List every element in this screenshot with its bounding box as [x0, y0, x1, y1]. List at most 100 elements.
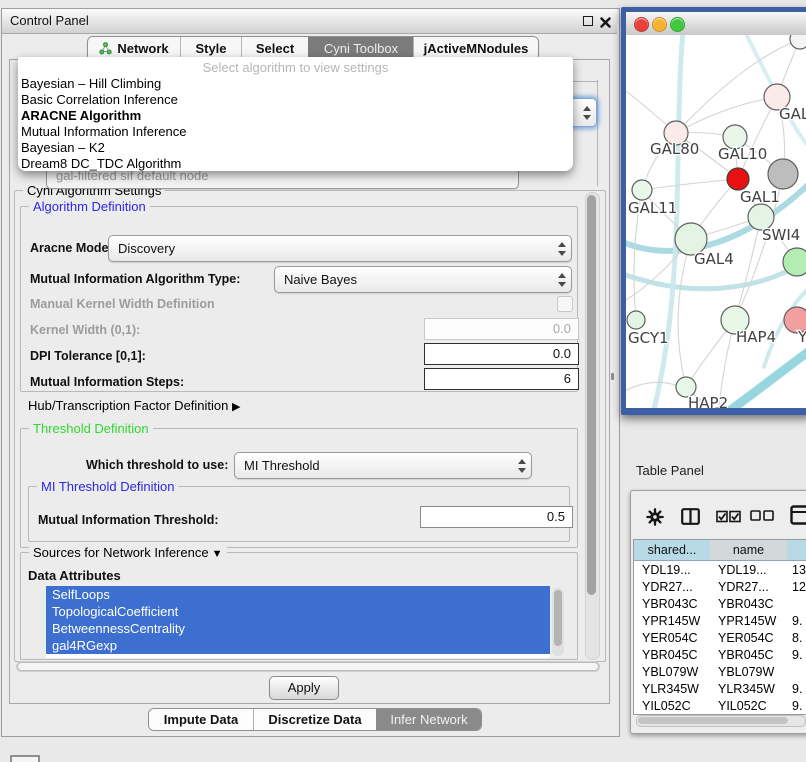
table-row[interactable]: YPR145WYPR145W9.: [634, 613, 806, 630]
network-node-gal1[interactable]: [727, 168, 749, 190]
table-cell: YBL079W: [642, 664, 710, 681]
attributes-scrollbar-thumb[interactable]: [554, 590, 562, 646]
dropdown-item-bayesian-k2[interactable]: Bayesian – K2: [21, 140, 561, 156]
hub-section-toggle[interactable]: Hub/Transcription Factor Definition ▶: [28, 398, 240, 413]
network-node-label: Y: [797, 328, 806, 346]
dropdown-item-dream8-dc-tdc-algorithm[interactable]: Dream8 DC_TDC Algorithm: [21, 156, 561, 172]
which-threshold-label: Which threshold to use:: [86, 458, 228, 472]
control-panel-title: Control Panel: [10, 13, 89, 28]
table-cell: YLR345W: [642, 681, 710, 698]
network-node-label: HAP2: [688, 394, 728, 408]
table-cell: YER054C: [718, 630, 787, 647]
network-node[interactable]: [783, 248, 806, 276]
dropdown-item-bayesian-hill-climbing[interactable]: Bayesian – Hill Climbing: [21, 76, 561, 92]
table-cell: YBR045C: [718, 647, 787, 664]
dropdown-item-basic-correlation-inference[interactable]: Basic Correlation Inference: [21, 92, 561, 108]
network-canvas[interactable]: GALGAL80GAL10GAL1GAL11SWI4GAL4GCY1HAP4YH…: [626, 35, 806, 408]
mi-threshold-label: Mutual Information Threshold:: [38, 513, 219, 527]
gear-icon[interactable]: [646, 508, 664, 526]
table-hscrollbar-thumb[interactable]: [638, 717, 788, 724]
attribute-item-betweennesscentrality[interactable]: BetweennessCentrality: [46, 620, 550, 637]
network-edge[interactable]: [678, 239, 691, 387]
algorithm-definition-title: Algorithm Definition: [29, 199, 150, 214]
combo-arrows-icon: [578, 99, 596, 126]
dropdown-item-aracne-algorithm[interactable]: ARACNE Algorithm: [21, 108, 561, 124]
mi-type-combo[interactable]: Naive Bayes: [274, 266, 572, 293]
column-header-shared[interactable]: shared...: [634, 540, 711, 561]
hidden-frame-border-top: [573, 81, 597, 82]
sources-title-wrap[interactable]: Sources for Network Inference ▼: [29, 545, 227, 560]
table-cell: 8.: [792, 630, 806, 647]
network-window-titlebar[interactable]: [626, 12, 806, 36]
hub-section-label: Hub/Transcription Factor Definition: [28, 398, 228, 413]
table-row[interactable]: YBR043CYBR043C: [634, 596, 806, 613]
which-threshold-value: MI Threshold: [235, 458, 513, 473]
close-button[interactable]: [634, 17, 649, 32]
panel-divider-grip[interactable]: [611, 373, 614, 380]
table-cell: YIL052C: [642, 698, 710, 712]
mi-steps-label: Mutual Information Steps:: [30, 375, 184, 389]
table-row[interactable]: YLR345WYLR345W9.: [634, 681, 806, 698]
network-node-label: HAP4: [736, 328, 776, 346]
tab-label: Select: [256, 41, 294, 56]
zoom-button[interactable]: [670, 17, 685, 32]
close-icon[interactable]: [600, 15, 611, 26]
bottom-tab-impute-data[interactable]: Impute Data: [149, 709, 253, 730]
mi-type-label: Mutual Information Algorithm Type:: [30, 272, 240, 286]
network-node-gcy1[interactable]: [627, 311, 645, 329]
column-header-name[interactable]: name: [710, 540, 788, 561]
manual-kernel-checkbox[interactable]: [557, 296, 573, 312]
network-edge[interactable]: [653, 35, 683, 408]
attribute-item-selfloops[interactable]: SelfLoops: [46, 586, 550, 603]
network-node[interactable]: [790, 35, 806, 49]
aracne-mode-value: Discovery: [109, 241, 553, 256]
mi-threshold-field[interactable]: 0.5: [420, 506, 573, 528]
threshold-definition-title: Threshold Definition: [29, 421, 153, 436]
split-view-icon[interactable]: [681, 508, 700, 525]
minimize-button[interactable]: [652, 17, 667, 32]
table-row[interactable]: YDR27...YDR27...12: [634, 579, 806, 596]
deselect-all-icon[interactable]: [750, 510, 775, 521]
settings-scrollbar-thumb[interactable]: [587, 195, 596, 595]
network-node-label: GAL: [779, 105, 806, 123]
column-header-a[interactable]: A: [787, 540, 806, 561]
select-all-icon[interactable]: [716, 510, 741, 523]
aracne-mode-combo[interactable]: Discovery: [108, 235, 572, 262]
manual-kernel-label: Manual Kernel Width Definition: [30, 297, 215, 311]
table-cell: 9.: [792, 647, 806, 664]
network-node-gal11[interactable]: [632, 180, 652, 200]
table-cell: YDL19...: [718, 562, 787, 579]
bottom-tab-infer-network[interactable]: Infer Network: [376, 709, 481, 730]
which-threshold-combo[interactable]: MI Threshold: [234, 452, 532, 479]
table-cell: YDR27...: [642, 579, 710, 596]
apply-button[interactable]: Apply: [269, 676, 339, 700]
table-row[interactable]: YIL052CYIL052C9.: [634, 698, 806, 712]
screen: Control Panel NetworkStyleSelectCyni Too…: [0, 0, 806, 762]
table-cell: YPR145W: [718, 613, 787, 630]
mi-steps-field[interactable]: 6: [424, 368, 579, 390]
minimized-panel-icon[interactable]: [10, 755, 40, 762]
attribute-item-topologicalcoefficient[interactable]: TopologicalCoefficient: [46, 603, 550, 620]
network-node[interactable]: [768, 159, 798, 189]
network-node-label: GAL80: [650, 140, 699, 158]
settings-hscrollbar-thumb[interactable]: [17, 662, 599, 671]
float-icon[interactable]: [583, 16, 593, 26]
combo-arrows-icon: [553, 236, 571, 261]
new-table-icon[interactable]: [790, 505, 806, 525]
tab-label: Style: [195, 41, 226, 56]
table-body: YDL19...YDL19...13YDR27...YDR27...12YBR0…: [634, 561, 806, 712]
table-row[interactable]: YDL19...YDL19...13: [634, 562, 806, 579]
dropdown-item-mutual-information-inference[interactable]: Mutual Information Inference: [21, 124, 561, 140]
kernel-width-field[interactable]: 0.0: [424, 318, 579, 340]
dpi-tolerance-field[interactable]: 0.0: [424, 343, 579, 365]
table-row[interactable]: YBL079WYBL079W: [634, 664, 806, 681]
tab-label: Network: [117, 41, 168, 56]
network-edge[interactable]: [642, 179, 738, 190]
sources-title: Sources for Network Inference: [33, 545, 209, 560]
table-row[interactable]: YBR045CYBR045C9.: [634, 647, 806, 664]
table-cell: 9.: [792, 681, 806, 698]
attribute-item-gal4rgexp[interactable]: gal4RGexp: [46, 637, 550, 654]
table-row[interactable]: YER054CYER054C8.: [634, 630, 806, 647]
algorithm-dropdown-placeholder: Select algorithm to view settings: [18, 60, 573, 75]
bottom-tab-discretize-data[interactable]: Discretize Data: [253, 709, 376, 730]
